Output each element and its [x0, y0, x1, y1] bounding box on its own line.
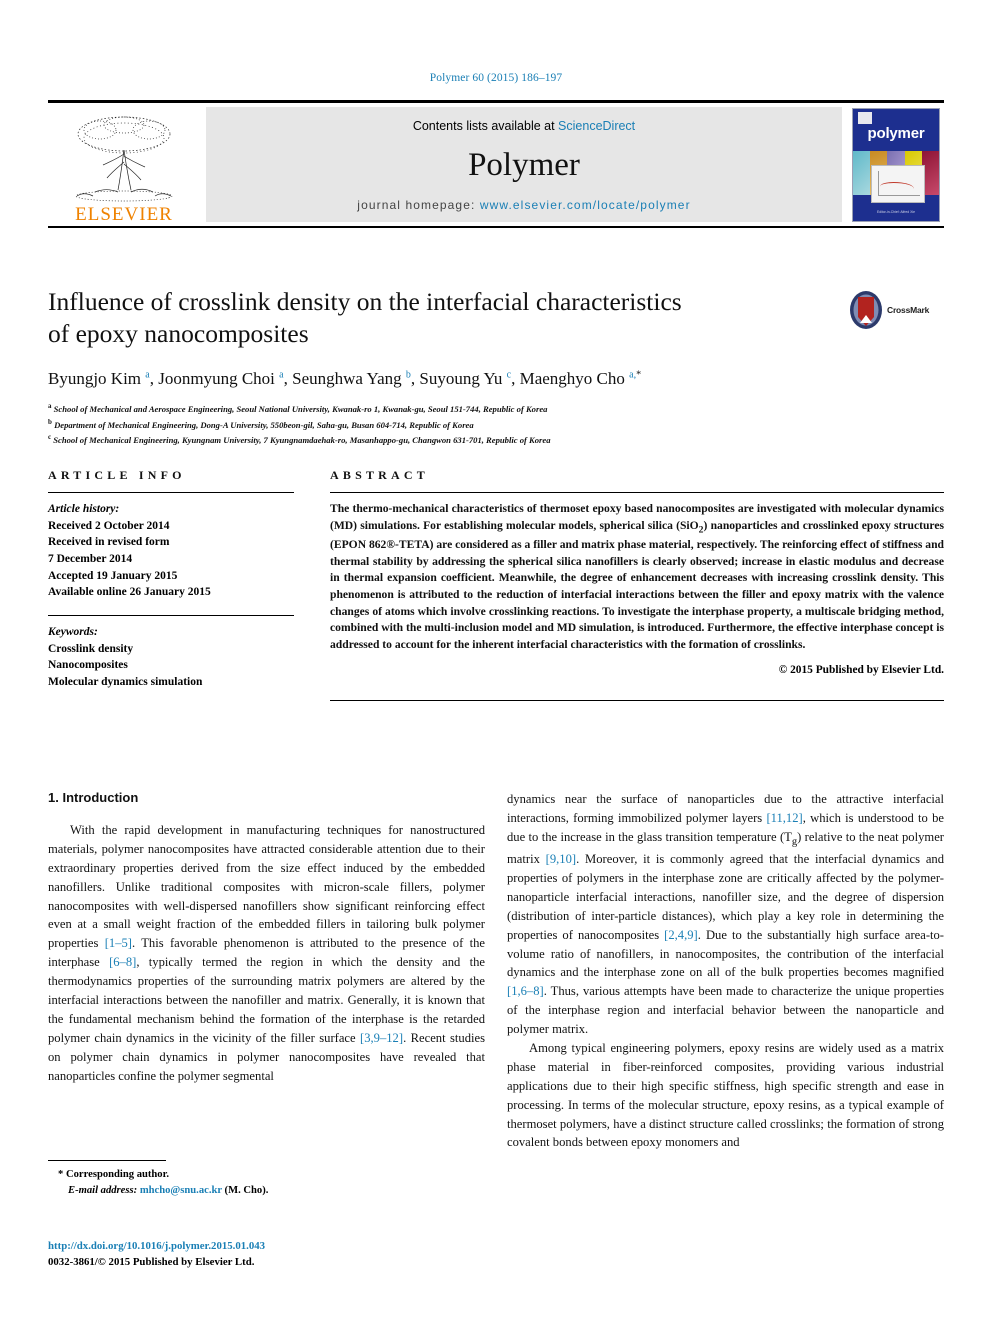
masthead-center: Contents lists available at ScienceDirec… — [206, 107, 842, 222]
abstract-text: The thermo-mechanical characteristics of… — [330, 502, 945, 652]
sciencedirect-link[interactable]: ScienceDirect — [558, 119, 635, 133]
abstract-rule — [330, 492, 944, 493]
affiliation-mark: c — [48, 433, 52, 442]
citation-link[interactable]: [2,4,9] — [664, 928, 698, 942]
author-list: Byungjo Kim a, Joonmyung Choi a, Seunghw… — [48, 368, 642, 388]
abstract-heading: ABSTRACT — [330, 468, 429, 482]
journal-cover-thumbnail: polymer Editor-in-Chief: Alfred Xie — [848, 103, 944, 226]
affiliation-list: a School of Mechanical and Aerospace Eng… — [48, 401, 848, 448]
article-history-item: Received in revised form — [48, 536, 170, 549]
body-columns: 1. Introduction With the rapid developme… — [48, 790, 944, 1152]
elsevier-logo: ELSEVIER — [48, 103, 200, 226]
elsevier-wordmark: ELSEVIER — [75, 204, 173, 225]
citation-link[interactable]: [9,10] — [546, 852, 576, 866]
footnote-block: * Corresponding author. E-mail address: … — [48, 1160, 485, 1199]
paragraph: With the rapid development in manufactur… — [48, 823, 485, 1083]
article-info-column: ARTICLE INFO Article history: Received 2… — [48, 468, 294, 701]
keyword-item: Crosslink density — [48, 642, 134, 655]
journal-masthead: ELSEVIER Contents lists available at Sci… — [48, 100, 944, 228]
author-affiliation-mark: c — [506, 369, 512, 381]
title-block: Influence of crosslink density on the in… — [48, 286, 848, 448]
affiliation-item: b Department of Mechanical Engineering, … — [48, 417, 848, 433]
abstract-bottom-rule — [330, 699, 944, 701]
citation-link[interactable]: [1–5] — [105, 936, 132, 950]
author-name: Suyoung Yu — [419, 368, 503, 388]
abstract-column: ABSTRACT The thermo-mechanical character… — [330, 468, 944, 701]
cover-elsevier-icon — [858, 111, 872, 124]
section-heading-introduction: 1. Introduction — [48, 790, 139, 805]
author-name: Byungjo Kim — [48, 368, 142, 388]
email-suffix: (M. Cho). — [224, 1184, 269, 1196]
keyword-item: Nanocomposites — [48, 659, 128, 672]
author-item[interactable]: Maenghyo Cho a,* — [520, 369, 642, 388]
citation-link[interactable]: [6–8] — [109, 955, 136, 969]
article-history-label: Article history: — [48, 503, 120, 515]
author-affiliation-mark: a — [145, 369, 150, 381]
article-history-item: Available online 26 January 2015 — [48, 586, 211, 599]
journal-title: Polymer — [468, 147, 580, 183]
affiliation-item: a School of Mechanical and Aerospace Eng… — [48, 401, 848, 417]
running-head: Polymer 60 (2015) 186–197 — [429, 72, 563, 84]
corresponding-author-note: * Corresponding author. — [48, 1167, 485, 1183]
crossmark-label: CrossMark — [887, 305, 930, 315]
paragraph: dynamics near the surface of nanoparticl… — [507, 792, 945, 1037]
corresponding-marker: * — [58, 1169, 64, 1180]
affiliation-mark: a — [48, 401, 52, 410]
issn-copyright-line: 0032-3861/© 2015 Published by Elsevier L… — [48, 1256, 255, 1269]
affiliation-text: School of Mechanical and Aerospace Engin… — [53, 403, 548, 414]
paragraph: Among typical engineering polymers, epox… — [507, 1040, 944, 1150]
author-affiliation-mark: a — [279, 369, 284, 381]
affiliation-item: c School of Mechanical Engineering, Kyun… — [48, 432, 848, 448]
elsevier-tree-icon — [75, 116, 173, 202]
homepage-prefix: journal homepage: — [357, 198, 480, 212]
cover-inset-figure — [871, 164, 925, 203]
crossmark-badge[interactable]: CrossMark — [848, 288, 944, 332]
paper-page: Polymer 60 (2015) 186–197 ELSEVIER Conte… — [0, 0, 992, 1323]
citation-link[interactable]: [1,6–8] — [507, 984, 544, 998]
email-label: E-mail address: — [68, 1184, 138, 1196]
cover-footer-text: Editor-in-Chief: Alfred Xie — [876, 210, 916, 215]
info-abstract-section: ARTICLE INFO Article history: Received 2… — [48, 468, 944, 701]
author-item[interactable]: Joonmyung Choi a — [158, 369, 283, 388]
article-history-item: Accepted 19 January 2015 — [48, 569, 178, 582]
abstract-copyright: © 2015 Published by Elsevier Ltd. — [778, 663, 944, 676]
author-affiliation-mark: b — [405, 369, 411, 381]
article-history-item: Received 2 October 2014 — [48, 519, 170, 532]
affiliation-text: School of Mechanical Engineering, Kyungn… — [53, 435, 551, 446]
cover-journal-name: polymer — [867, 124, 925, 142]
article-info-rule — [48, 492, 294, 493]
contents-lists-line: Contents lists available at ScienceDirec… — [413, 119, 635, 133]
journal-homepage-link[interactable]: www.elsevier.com/locate/polymer — [480, 198, 691, 212]
article-title-line-1: Influence of crosslink density on the in… — [48, 287, 682, 316]
publication-footer: http://dx.doi.org/10.1016/j.polymer.2015… — [48, 1238, 508, 1270]
body-column-left: 1. Introduction With the rapid developme… — [48, 790, 485, 1152]
citation-link[interactable]: [11,12] — [766, 811, 802, 825]
corresponding-author-marker: * — [636, 369, 642, 381]
body-column-right: dynamics near the surface of nanoparticl… — [507, 790, 944, 1152]
journal-homepage-line: journal homepage: www.elsevier.com/locat… — [357, 198, 690, 212]
author-item[interactable]: Seunghwa Yang b — [292, 369, 411, 388]
page-title: Influence of crosslink density on the in… — [48, 286, 848, 350]
author-item[interactable]: Byungjo Kim a — [48, 369, 150, 388]
article-title-line-2: of epoxy nanocomposites — [48, 318, 309, 348]
contents-prefix: Contents lists available at — [412, 119, 559, 133]
citation-link[interactable]: [3,9–12] — [360, 1031, 403, 1045]
affiliation-mark: b — [48, 417, 52, 426]
affiliation-text: Department of Mechanical Engineering, Do… — [54, 419, 474, 430]
article-info-heading: ARTICLE INFO — [48, 468, 186, 482]
keyword-item: Molecular dynamics simulation — [48, 676, 203, 689]
author-name: Joonmyung Choi — [158, 368, 275, 388]
article-history-item: 7 December 2014 — [48, 553, 133, 566]
doi-link[interactable]: http://dx.doi.org/10.1016/j.polymer.2015… — [48, 1238, 508, 1254]
author-name: Seunghwa Yang — [292, 368, 402, 388]
footnote-rule — [48, 1160, 166, 1161]
author-item[interactable]: Suyoung Yu c — [419, 369, 511, 388]
author-name: Maenghyo Cho — [519, 368, 625, 388]
keywords-rule — [48, 615, 294, 617]
email-link[interactable]: mhcho@snu.ac.kr — [140, 1185, 222, 1196]
corresponding-text: Corresponding author. — [65, 1169, 169, 1180]
email-note: E-mail address: mhcho@snu.ac.kr (M. Cho)… — [48, 1183, 485, 1199]
crossmark-icon — [850, 291, 882, 329]
keywords-label: Keywords: — [48, 626, 98, 639]
